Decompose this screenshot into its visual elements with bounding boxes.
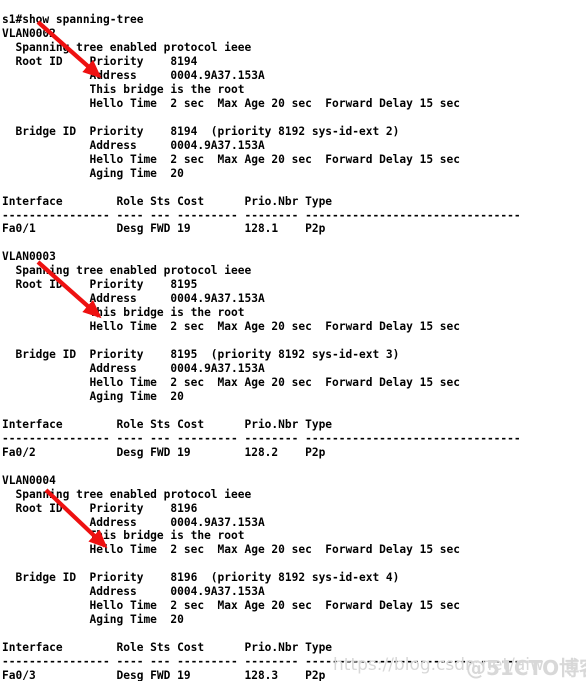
screenshot-root: s1#show spanning-tree VLAN0002 Spanning … (0, 0, 586, 681)
terminal-text: s1#show spanning-tree VLAN0002 Spanning … (2, 13, 521, 681)
terminal-output[interactable]: s1#show spanning-tree VLAN0002 Spanning … (0, 11, 586, 681)
